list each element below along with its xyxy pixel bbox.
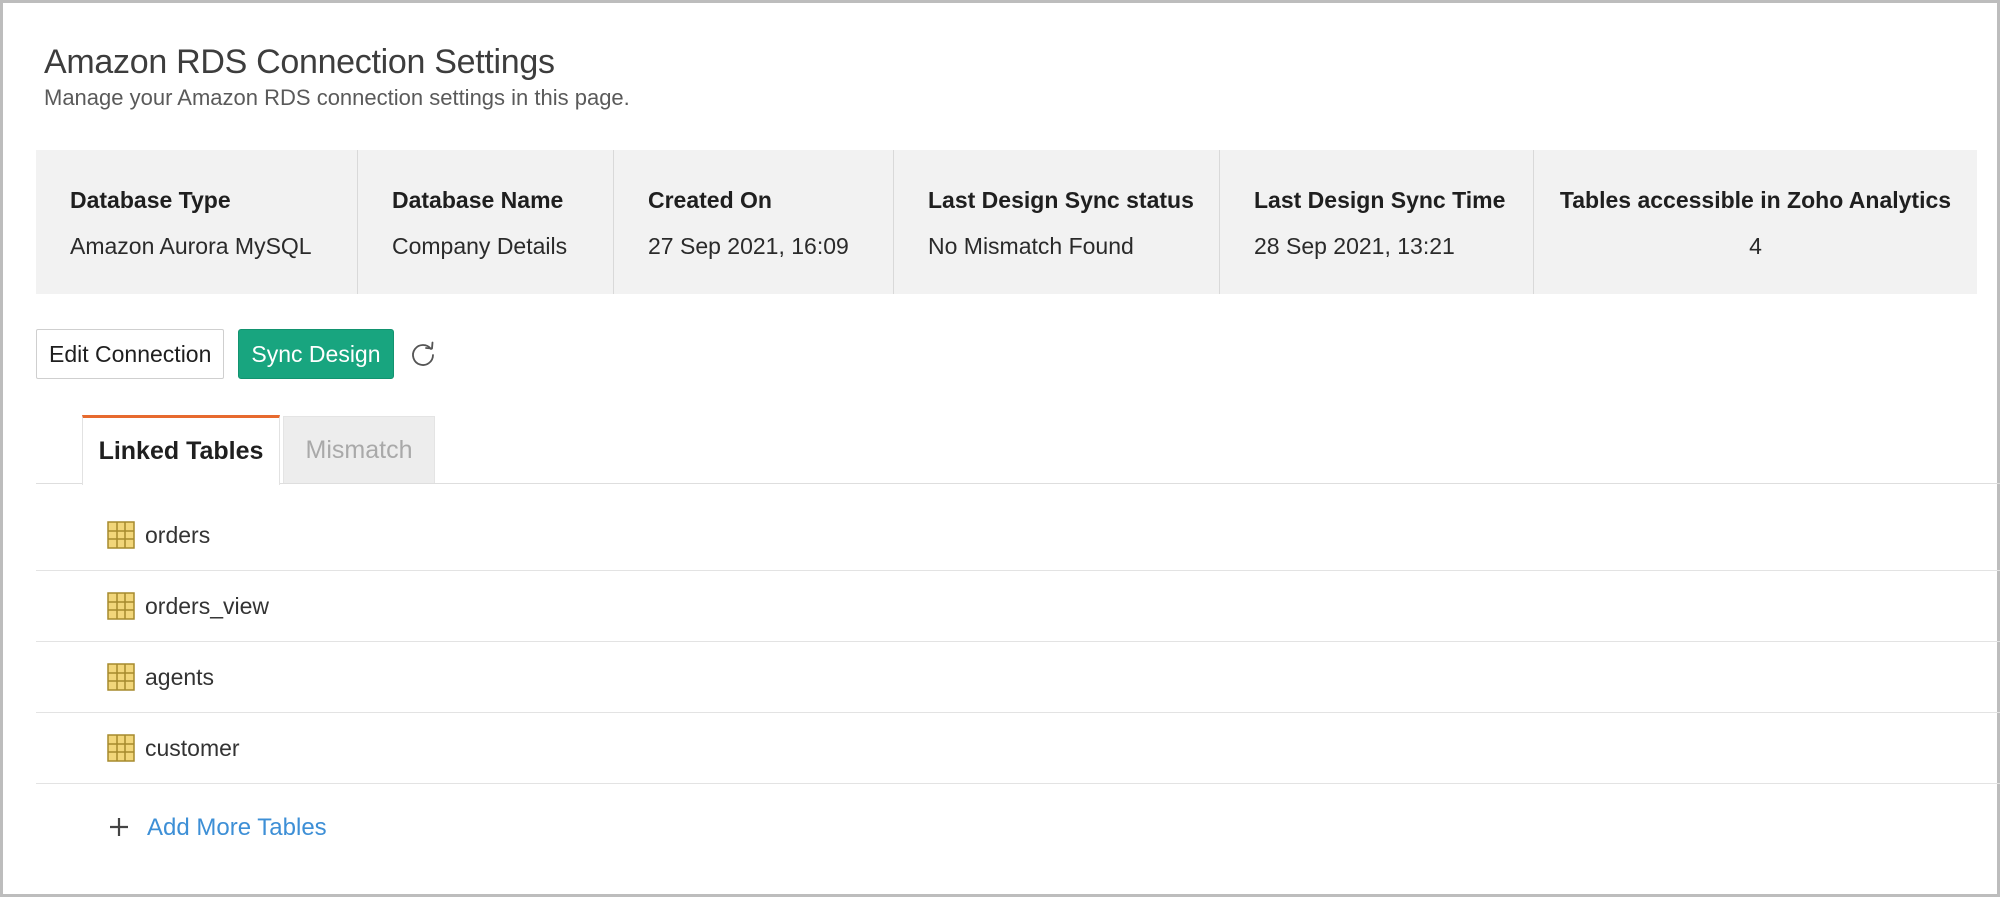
summary-label: Tables accessible in Zoho Analytics xyxy=(1559,187,1952,213)
table-name: customer xyxy=(145,734,240,761)
table-grid-icon xyxy=(107,663,135,691)
summary-value: Company Details xyxy=(392,233,568,259)
summary-created-on: Created On 27 Sep 2021, 16:09 xyxy=(614,150,894,294)
list-item[interactable]: customer xyxy=(36,713,2000,784)
tab-bar: Linked Tables Mismatch xyxy=(36,415,2000,485)
summary-value: 27 Sep 2021, 16:09 xyxy=(648,233,849,259)
summary-last-sync-time: Last Design Sync Time 28 Sep 2021, 13:21 xyxy=(1220,150,1534,294)
list-item[interactable]: orders_view xyxy=(36,571,2000,642)
table-grid-icon xyxy=(107,734,135,762)
action-bar: Edit Connection Sync Design xyxy=(36,329,438,379)
summary-database-type: Database Type Amazon Aurora MySQL xyxy=(36,150,358,294)
summary-value: 28 Sep 2021, 13:21 xyxy=(1254,233,1455,259)
tab-linked-tables[interactable]: Linked Tables xyxy=(82,415,280,485)
tab-mismatch[interactable]: Mismatch xyxy=(283,416,435,483)
connection-summary-panel: Database Type Amazon Aurora MySQL Databa… xyxy=(36,150,1977,294)
page-title: Amazon RDS Connection Settings xyxy=(44,43,555,81)
summary-value: No Mismatch Found xyxy=(928,233,1134,259)
list-item[interactable]: orders xyxy=(36,500,2000,571)
table-name: orders_view xyxy=(145,592,269,619)
add-more-tables-link[interactable]: Add More Tables xyxy=(147,814,327,842)
summary-last-sync-status: Last Design Sync status No Mismatch Foun… xyxy=(894,150,1220,294)
add-more-tables-button[interactable]: Add More Tables xyxy=(105,813,327,843)
table-grid-icon xyxy=(107,592,135,620)
edit-connection-button[interactable]: Edit Connection xyxy=(36,329,225,379)
summary-label: Database Type xyxy=(70,187,231,213)
summary-value: Amazon Aurora MySQL xyxy=(70,233,312,259)
table-grid-icon xyxy=(107,521,135,549)
summary-database-name: Database Name Company Details xyxy=(358,150,614,294)
summary-label: Database Name xyxy=(392,187,564,213)
linked-tables-list: orders orders_view agents customer xyxy=(36,500,2000,784)
summary-label: Last Design Sync Time xyxy=(1254,187,1506,213)
app-window: Amazon RDS Connection Settings Manage yo… xyxy=(0,0,2000,897)
table-name: agents xyxy=(145,663,215,690)
summary-value: 4 xyxy=(1749,233,1762,259)
sync-design-button[interactable]: Sync Design xyxy=(238,329,394,379)
summary-tables-accessible: Tables accessible in Zoho Analytics 4 xyxy=(1534,150,1977,294)
summary-label: Created On xyxy=(648,187,772,213)
table-name: orders xyxy=(145,521,211,548)
plus-icon xyxy=(105,813,133,843)
list-item[interactable]: agents xyxy=(36,642,2000,713)
refresh-icon[interactable] xyxy=(408,339,438,369)
page-header: Amazon RDS Connection Settings Manage yo… xyxy=(44,41,630,113)
page-subtitle: Manage your Amazon RDS connection settin… xyxy=(44,85,630,110)
summary-label: Last Design Sync status xyxy=(928,187,1194,213)
